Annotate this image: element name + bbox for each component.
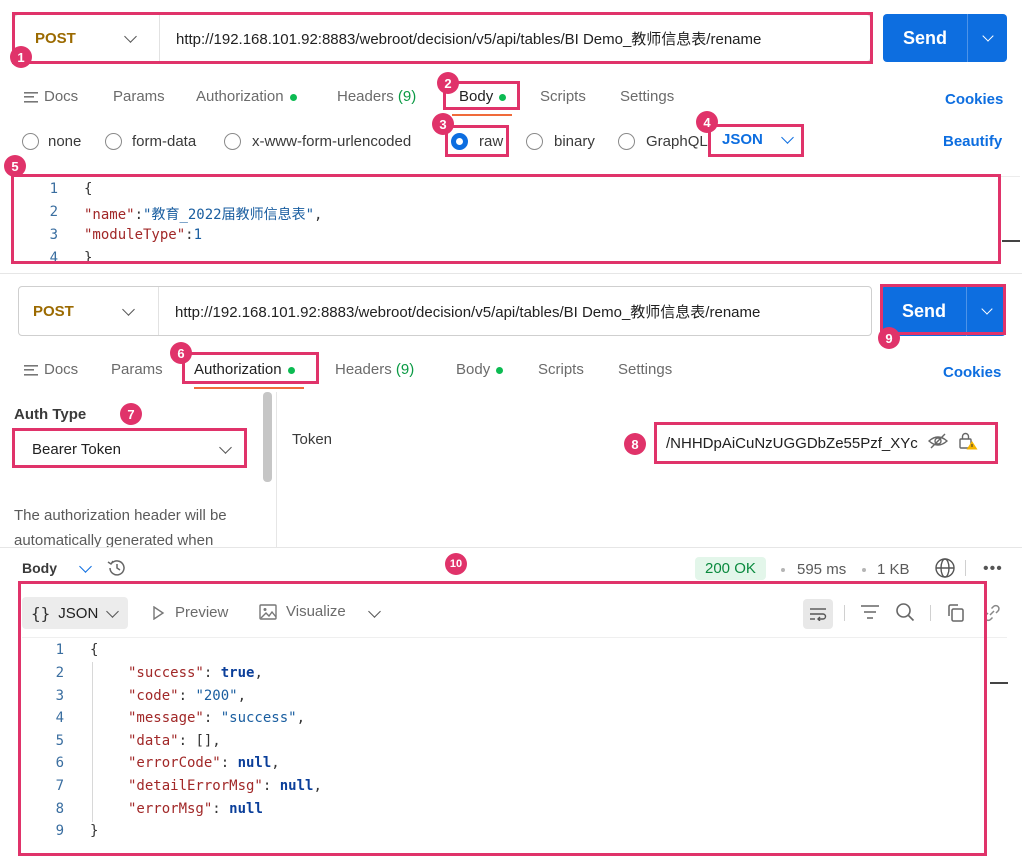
bottom-tab-params[interactable]: Params (111, 361, 163, 378)
bottom-url-input[interactable]: http://192.168.101.92:8883/webroot/decis… (159, 301, 760, 322)
section-divider (0, 273, 1022, 274)
radio-none-label: none (48, 133, 82, 150)
editor-scroll-mark (1002, 240, 1020, 242)
marker-4: 4 (696, 111, 718, 133)
more-sep (965, 560, 966, 576)
radio-none[interactable] (22, 133, 39, 150)
auth-panel-divider (276, 392, 277, 547)
highlight-box-6 (182, 352, 319, 384)
top-tab-settings[interactable]: Settings (620, 88, 674, 105)
top-tab-params[interactable]: Params (113, 88, 165, 105)
radio-form-data-label: form-data (132, 133, 197, 150)
marker-2: 2 (437, 72, 459, 94)
marker-7: 7 (120, 403, 142, 425)
marker-8: 8 (624, 433, 646, 455)
sep-dot (781, 568, 785, 572)
radio-urlencoded[interactable] (224, 133, 241, 150)
auth-status-dot (289, 93, 297, 101)
bottom-tab-headers[interactable]: Headers (9) (335, 361, 414, 378)
highlight-box-7 (12, 428, 247, 468)
response-divider (0, 547, 1022, 548)
docs-icon (24, 91, 38, 103)
docs-icon (24, 364, 38, 376)
bottom-cookies-link[interactable]: Cookies (943, 364, 1001, 381)
radio-graphql[interactable] (618, 133, 635, 150)
auth-type-label: Auth Type (14, 406, 87, 423)
marker-3: 3 (432, 113, 454, 135)
top-send-button-group: Send (883, 14, 1007, 62)
highlight-box-9 (880, 284, 1006, 335)
highlight-box-3 (445, 125, 509, 157)
top-send-chevron-icon (981, 30, 994, 42)
bottom-method-select[interactable]: POST (19, 287, 159, 335)
highlight-box-1 (12, 12, 873, 64)
bottom-tab-body[interactable]: Body (456, 361, 504, 378)
top-tab-authorization[interactable]: Authorization (196, 88, 297, 105)
response-scroll-mark (990, 682, 1008, 684)
auth-note-line: automatically generated when (14, 532, 214, 549)
bottom-tab-docs[interactable]: Docs (24, 361, 78, 378)
top-tab-scripts[interactable]: Scripts (540, 88, 586, 105)
response-size: 1 KB (877, 561, 910, 578)
radio-urlencoded-label: x-www-form-urlencoded (252, 133, 412, 150)
status-badge: 200 OK (695, 557, 766, 580)
more-options-icon[interactable]: ••• (983, 560, 1003, 578)
body-status-dot (496, 366, 504, 374)
marker-1: 1 (10, 46, 32, 68)
top-cookies-link[interactable]: Cookies (945, 91, 1003, 108)
marker-9: 9 (878, 327, 900, 349)
radio-graphql-label: GraphQL (646, 133, 708, 150)
sep-dot (862, 568, 866, 572)
highlight-box-4 (708, 124, 804, 157)
auth-panel-scrollbar[interactable] (263, 392, 272, 482)
top-send-dropdown[interactable] (967, 14, 1007, 62)
response-body-chevron-icon (79, 559, 92, 573)
bottom-url-bar: POST http://192.168.101.92:8883/webroot/… (18, 286, 872, 336)
bottom-tab-auth-underline (194, 387, 304, 389)
radio-form-data[interactable] (105, 133, 122, 150)
bottom-tab-scripts[interactable]: Scripts (538, 361, 584, 378)
beautify-link[interactable]: Beautify (943, 133, 1002, 150)
top-tab-headers[interactable]: Headers (9) (337, 88, 416, 105)
radio-binary[interactable] (526, 133, 543, 150)
token-label: Token (292, 431, 333, 448)
auth-note-line: The authorization header will be (14, 507, 227, 524)
response-body-toggle[interactable]: Body (22, 559, 92, 576)
response-body-label: Body (22, 560, 57, 576)
globe-icon[interactable] (934, 557, 956, 583)
top-tab-docs[interactable]: Docs (24, 88, 78, 105)
highlight-box-5 (11, 174, 1001, 264)
auth-note: The authorization header will be automat… (14, 503, 227, 553)
response-time: 595 ms (797, 561, 847, 578)
bottom-tab-settings[interactable]: Settings (618, 361, 672, 378)
marker-6: 6 (170, 342, 192, 364)
bottom-method-chevron-icon (121, 302, 135, 316)
bottom-method-label: POST (33, 302, 74, 320)
highlight-box-10 (18, 581, 987, 856)
marker-10: 10 (445, 553, 467, 575)
top-tab-body-underline (452, 114, 512, 116)
radio-binary-label: binary (554, 133, 595, 150)
top-send-button[interactable]: Send (883, 14, 967, 62)
highlight-box-8 (654, 422, 998, 464)
history-icon[interactable] (106, 558, 128, 582)
marker-5: 5 (4, 155, 26, 177)
